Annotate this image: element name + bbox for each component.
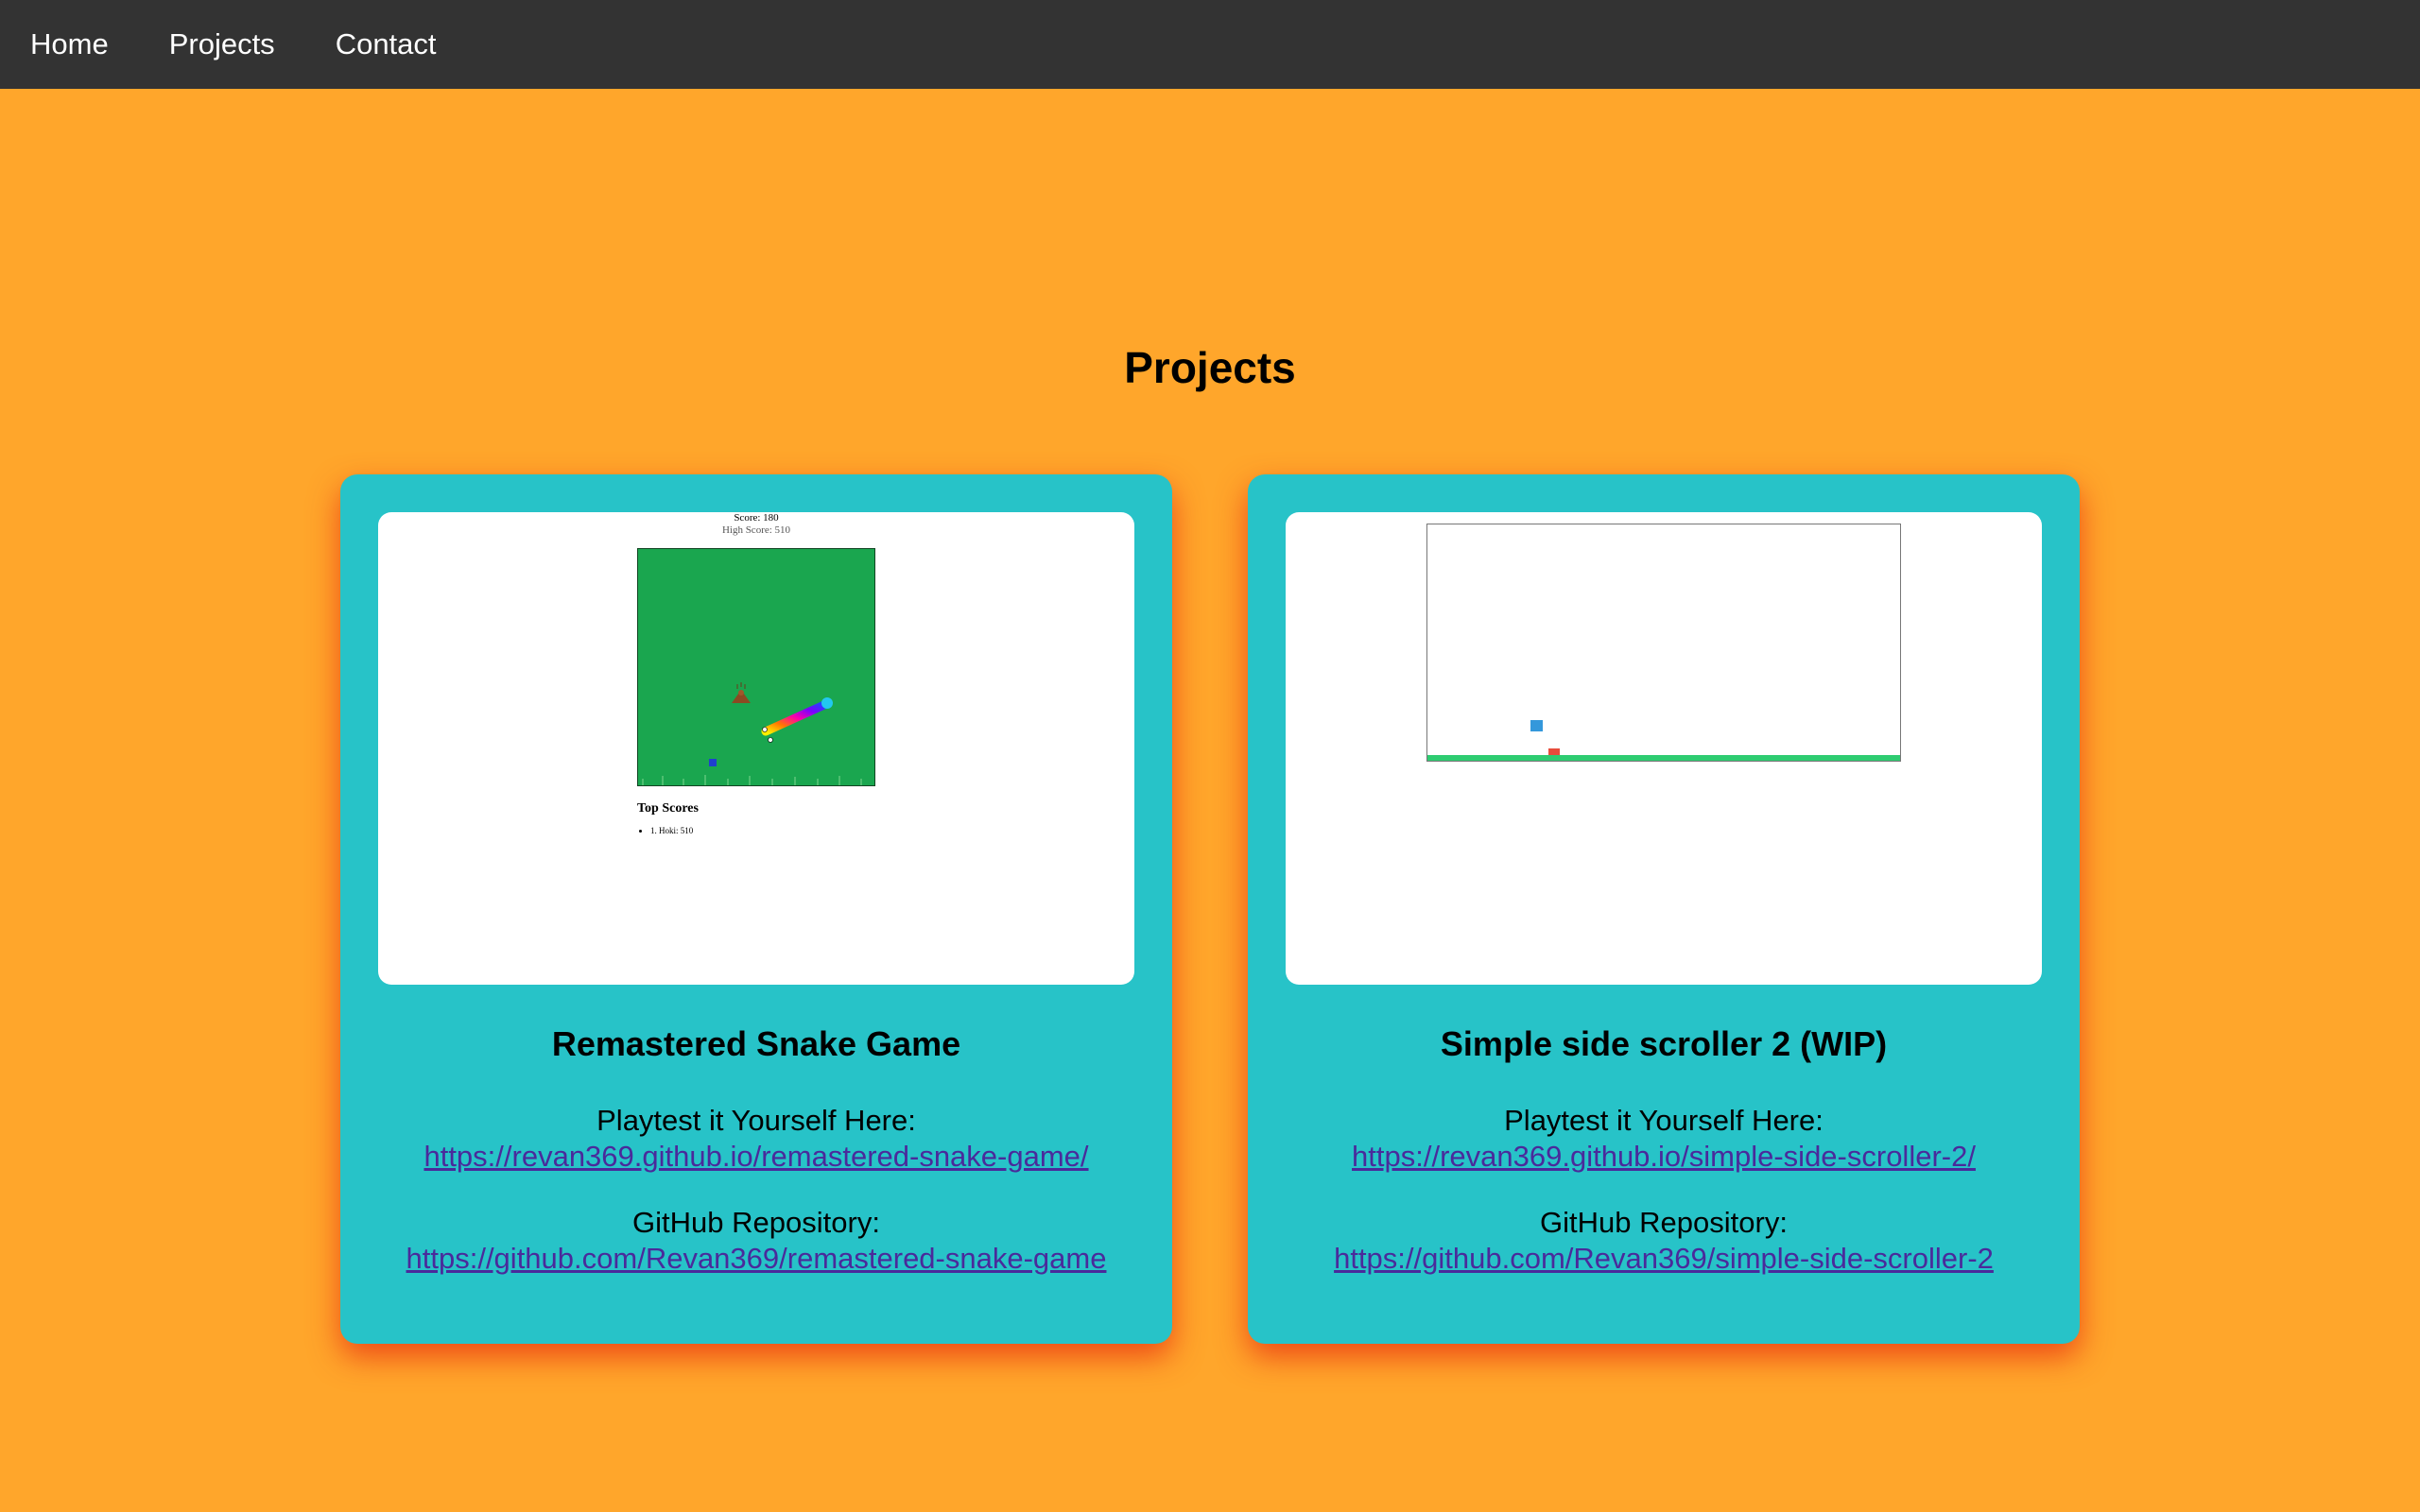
nav-link-home[interactable]: Home [0, 0, 139, 89]
playtest-link[interactable]: https://revan369.github.io/simple-side-s… [1248, 1140, 2080, 1174]
snake-board-graphics [642, 682, 862, 785]
top-score-item: 1. Hoki: 510 [650, 826, 693, 835]
snake-eye-icon [768, 737, 773, 743]
repo-link[interactable]: https://github.com/Revan369/remastered-s… [340, 1242, 1172, 1276]
top-scores-list: 1. Hoki: 510 [637, 826, 693, 835]
nav-link-projects[interactable]: Projects [139, 0, 305, 89]
page-title: Projects [1124, 343, 1296, 392]
playtest-label: Playtest it Yourself Here: [1504, 1104, 1824, 1137]
top-scores-heading: Top Scores [637, 801, 699, 816]
project-title: Simple side scroller 2 (WIP) [1440, 1024, 1888, 1063]
top-navbar: Home Projects Contact [0, 0, 2420, 89]
player-block-icon [1530, 720, 1543, 731]
repo-label: GitHub Repository: [1540, 1206, 1788, 1239]
food-block-icon [709, 759, 717, 766]
project-card-side-scroller: Simple side scroller 2 (WIP) Playtest it… [1248, 474, 2080, 1344]
poop-obstacle-icon [732, 682, 751, 703]
snake-game-board [637, 548, 875, 786]
playtest-label: Playtest it Yourself Here: [596, 1104, 916, 1137]
project-card-snake: Score: 180 High Score: 510 Top Scores • … [340, 474, 1172, 1344]
repo-label: GitHub Repository: [632, 1206, 880, 1239]
project-title: Remastered Snake Game [551, 1024, 961, 1063]
snake-game-preview-image: Score: 180 High Score: 510 Top Scores • … [378, 512, 1134, 985]
rainbow-snake-body [761, 699, 831, 736]
ground-strip [1427, 755, 1900, 761]
playtest-link[interactable]: https://revan369.github.io/remastered-sn… [340, 1140, 1172, 1174]
side-scroller-game-frame [1426, 524, 1901, 762]
nav-link-contact[interactable]: Contact [305, 0, 467, 89]
grass-tick-marks [642, 775, 862, 785]
repo-link[interactable]: https://github.com/Revan369/simple-side-… [1248, 1242, 2080, 1276]
side-scroller-preview-image [1286, 512, 2042, 985]
snake-high-score-text: High Score: 510 [721, 524, 791, 536]
snake-head-icon [821, 697, 833, 709]
snake-score-text: Score: 180 [734, 512, 779, 524]
snake-eye-icon [762, 727, 768, 732]
